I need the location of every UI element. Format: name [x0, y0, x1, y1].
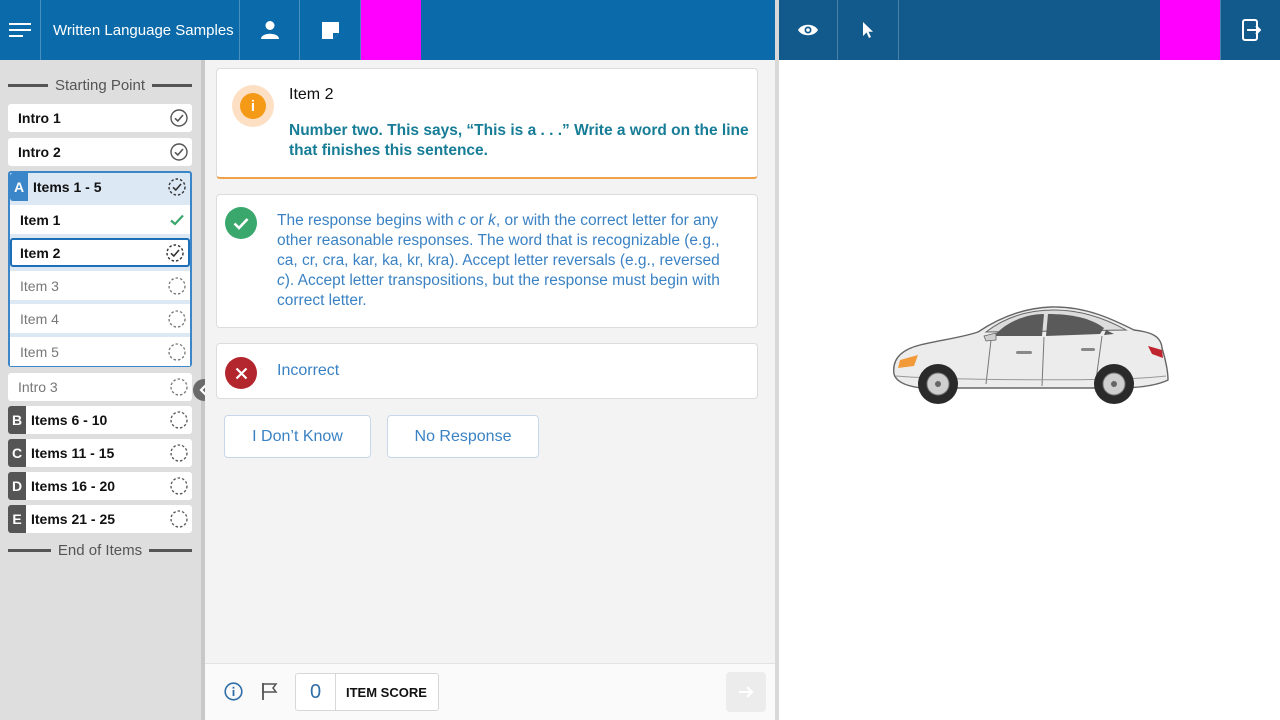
item-title: Item 2 [289, 86, 334, 103]
check-circle-icon [166, 143, 192, 161]
sidebar-group-e[interactable]: E Items 21 - 25 [8, 505, 192, 533]
sidebar-subitem-item-5[interactable]: Item 5 [10, 337, 190, 366]
person-icon [260, 21, 279, 39]
not-started-circle-icon [166, 477, 192, 495]
sidebar-item-intro-3[interactable]: Intro 3 [8, 373, 192, 401]
subitem-label: Item 5 [20, 343, 59, 360]
highlight-block-right [1160, 0, 1220, 60]
sidebar-group-d[interactable]: D Items 16 - 20 [8, 472, 192, 500]
check-circle-icon [166, 109, 192, 127]
exit-button[interactable] [1220, 0, 1280, 60]
sticky-note-icon [321, 21, 339, 39]
group-letter-badge: B [8, 406, 26, 434]
criteria-text: The response begins with [277, 212, 458, 229]
end-of-items-label: End of Items [57, 541, 143, 559]
car-illustration [893, 306, 1169, 404]
dont-know-button[interactable]: I Don’t Know [224, 415, 371, 458]
group-letter-badge: D [8, 472, 26, 500]
group-label: Items 11 - 15 [31, 445, 115, 461]
sidebar-group-a[interactable]: A Items 1 - 5 [10, 173, 190, 201]
app-title: Written Language Samples [41, 0, 240, 60]
pointer-button[interactable] [838, 0, 899, 60]
preview-button[interactable] [779, 0, 838, 60]
criteria-text: or [465, 212, 489, 229]
item-footer [205, 663, 775, 720]
sidebar-group-b[interactable]: B Items 6 - 10 [8, 406, 192, 434]
incorrect-label: Incorrect [277, 362, 340, 379]
menu-button[interactable] [0, 0, 41, 60]
correct-check-icon [225, 207, 257, 239]
subitem-label: Item 2 [20, 244, 61, 261]
not-started-circle-icon [166, 411, 192, 429]
item-score-value: 0 [296, 674, 336, 710]
correct-response-criteria: The response begins with c or k, or with… [277, 211, 739, 311]
info-circle-icon[interactable] [224, 682, 243, 706]
sidebar-subitem-item-1[interactable]: Item 1 [10, 205, 190, 234]
flag-icon[interactable] [261, 682, 278, 706]
sidebar-item-label: Intro 3 [18, 379, 58, 395]
in-progress-circle-icon [164, 178, 190, 196]
sidebar-item-intro-2[interactable]: Intro 2 [8, 138, 192, 166]
letter-c-reversed: c [277, 272, 285, 289]
arrow-right-icon [739, 686, 754, 698]
incorrect-x-icon [225, 357, 257, 389]
criteria-text: ). Accept letter transpositions, but the… [277, 272, 720, 309]
subitem-label: Item 4 [20, 310, 59, 327]
checkmark-icon [164, 214, 190, 226]
starting-point-marker: Starting Point [8, 75, 192, 95]
not-started-circle-icon [166, 510, 192, 528]
sidebar-item-intro-1[interactable]: Intro 1 [8, 104, 192, 132]
starting-point-label: Starting Point [54, 76, 146, 94]
sidebar-subitem-item-3[interactable]: Item 3 [10, 271, 190, 300]
sidebar-subitem-item-2[interactable]: Item 2 [10, 238, 190, 267]
next-item-button[interactable] [726, 672, 766, 712]
item-prompt: Number two. This says, “This is a . . .”… [289, 122, 749, 159]
in-progress-circle-icon [162, 243, 188, 262]
group-letter-badge: A [10, 173, 28, 201]
not-started-circle-icon [166, 378, 192, 396]
group-letter-badge: C [8, 439, 26, 467]
hamburger-menu-icon [9, 23, 31, 37]
not-started-circle-icon [166, 444, 192, 462]
notes-button[interactable] [300, 0, 361, 60]
sidebar-item-label: Intro 1 [18, 110, 61, 126]
item-score-label: ITEM SCORE [346, 684, 427, 700]
examinee-button[interactable] [240, 0, 300, 60]
group-label: Items 16 - 20 [31, 478, 116, 494]
group-label: Items 6 - 10 [31, 412, 108, 428]
info-badge: i [232, 85, 274, 127]
not-started-circle-icon [164, 276, 190, 295]
group-label: Items 1 - 5 [33, 179, 102, 195]
subitem-label: Item 1 [20, 211, 61, 228]
sidebar-item-label: Intro 2 [18, 144, 61, 160]
eye-icon [798, 24, 818, 36]
item-score-box[interactable]: 0 ITEM SCORE [295, 673, 439, 711]
group-label: Items 21 - 25 [31, 511, 116, 527]
letter-k: k [488, 212, 496, 229]
sidebar-subitem-item-4[interactable]: Item 4 [10, 304, 190, 333]
highlight-block [361, 0, 421, 60]
end-of-items-marker: End of Items [8, 540, 192, 560]
not-started-circle-icon [164, 309, 190, 328]
subitem-label: Item 3 [20, 277, 59, 294]
no-response-button[interactable]: No Response [387, 415, 539, 458]
info-icon: i [240, 93, 266, 119]
cursor-pointer-icon [863, 22, 873, 38]
sidebar-group-c[interactable]: C Items 11 - 15 [8, 439, 192, 467]
group-letter-badge: E [8, 505, 26, 533]
not-started-circle-icon [164, 342, 190, 361]
device-exit-icon [1241, 19, 1261, 41]
letter-c: c [457, 212, 466, 229]
